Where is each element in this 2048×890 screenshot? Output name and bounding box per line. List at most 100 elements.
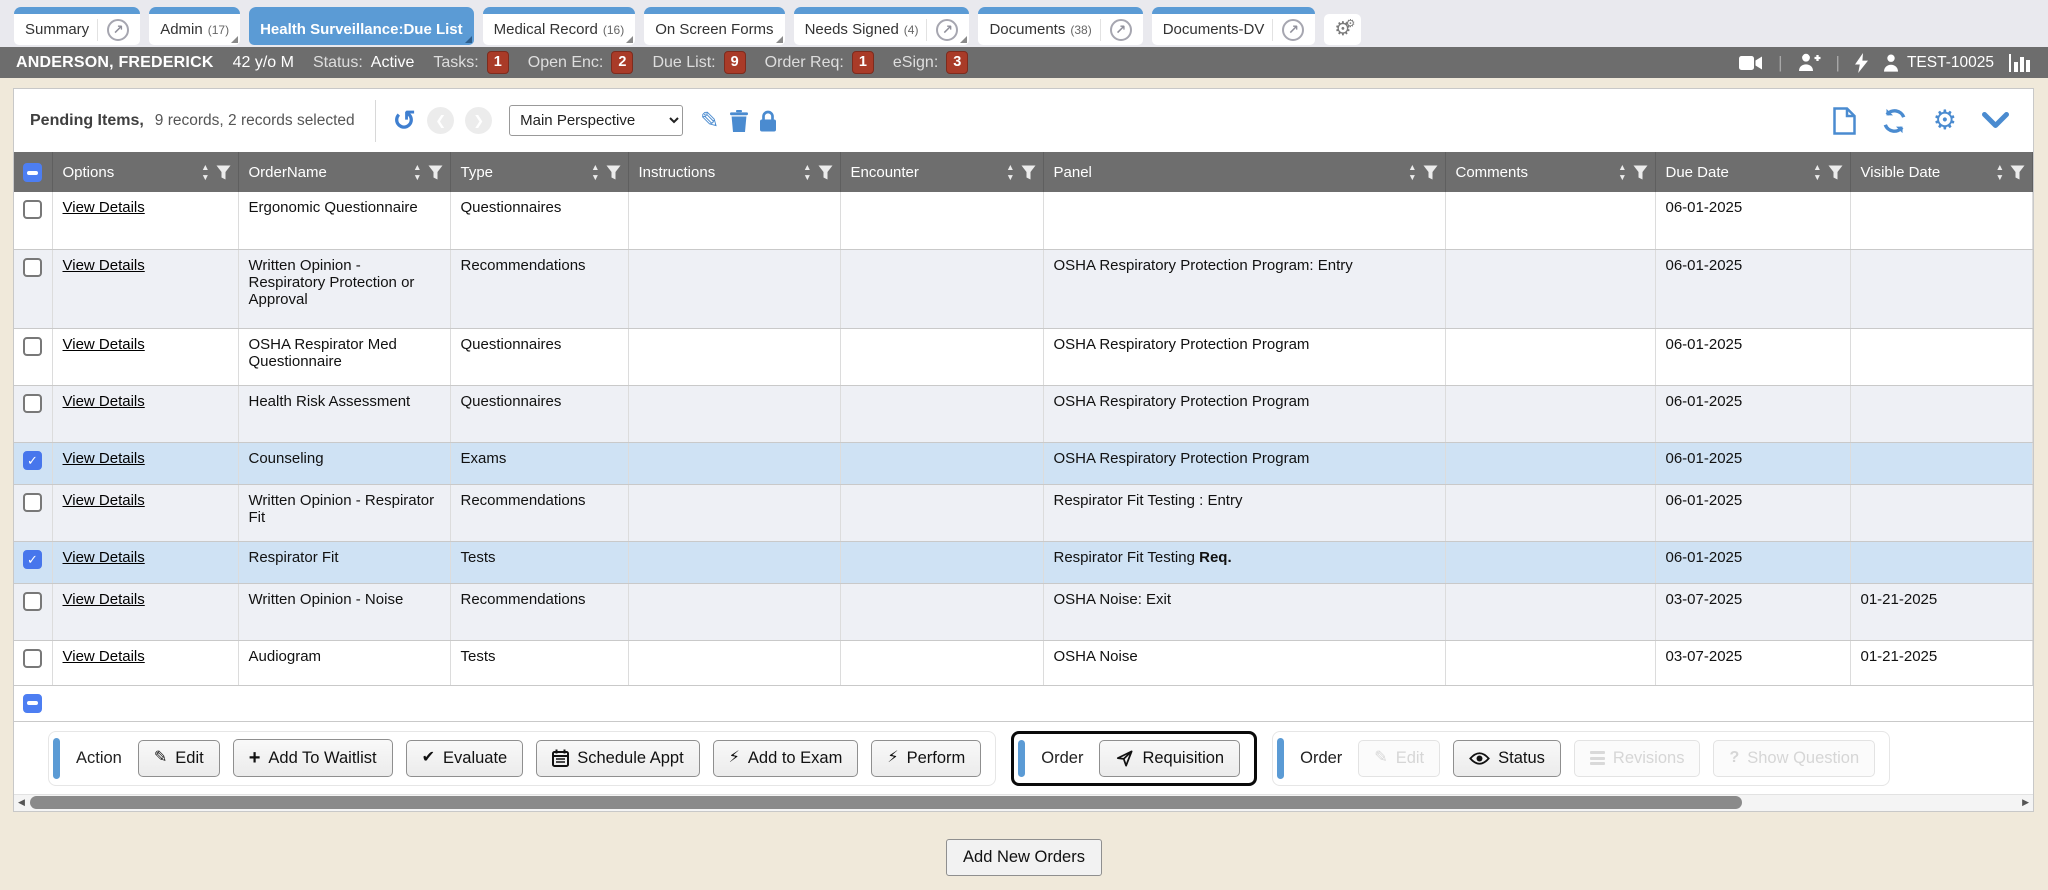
- filter-icon[interactable]: [818, 165, 833, 180]
- view-details-link[interactable]: View Details: [63, 199, 145, 216]
- tab-admin[interactable]: Admin (17): [149, 7, 240, 45]
- column-header-panel[interactable]: Panel▲▼: [1043, 152, 1445, 192]
- esign-badge[interactable]: 3: [946, 51, 968, 74]
- open-external-icon[interactable]: ↗: [936, 19, 958, 41]
- row-checkbox[interactable]: [23, 550, 42, 569]
- sort-icon[interactable]: ▲▼: [591, 163, 599, 181]
- add-person-icon[interactable]: [1798, 53, 1821, 72]
- row-checkbox[interactable]: [23, 493, 42, 512]
- select-all-checkbox[interactable]: [23, 163, 42, 182]
- row-checkbox[interactable]: [23, 200, 42, 219]
- column-header-visible-date[interactable]: Visible Date▲▼: [1850, 152, 2033, 192]
- row-checkbox[interactable]: [23, 451, 42, 470]
- lock-icon[interactable]: [759, 110, 777, 132]
- view-details-link[interactable]: View Details: [63, 648, 145, 665]
- visible-date-cell: [1850, 385, 2033, 442]
- bar-chart-icon[interactable]: [2009, 53, 2032, 72]
- select-all-checkbox-bottom[interactable]: [23, 694, 42, 713]
- open-enc-badge[interactable]: 2: [611, 51, 633, 74]
- view-details-link[interactable]: View Details: [63, 450, 145, 467]
- horizontal-scrollbar[interactable]: ◀ ▶: [14, 794, 2033, 811]
- view-details-link[interactable]: View Details: [63, 591, 145, 608]
- open-external-icon[interactable]: ↗: [107, 19, 129, 41]
- schedule-appt-button[interactable]: Schedule Appt: [536, 740, 699, 777]
- pending-items-panel: Pending Items, 9 records, 2 records sele…: [13, 88, 2034, 812]
- filter-icon[interactable]: [1021, 165, 1036, 180]
- open-external-icon[interactable]: ↗: [1110, 19, 1132, 41]
- view-details-link[interactable]: View Details: [63, 492, 145, 509]
- column-header-options[interactable]: Options▲▼: [52, 152, 238, 192]
- user-menu[interactable]: TEST-10025: [1883, 54, 1994, 72]
- status-button[interactable]: Status: [1453, 740, 1561, 777]
- add-new-orders-button[interactable]: Add New Orders: [946, 839, 1102, 876]
- tab-settings-button[interactable]: ⚙ ⚙: [1324, 14, 1361, 45]
- filter-icon[interactable]: [2010, 165, 2025, 180]
- view-details-link[interactable]: View Details: [63, 549, 145, 566]
- row-checkbox[interactable]: [23, 394, 42, 413]
- tab-documents[interactable]: Documents (38) ↗: [978, 7, 1142, 45]
- perform-button[interactable]: ⚡ Perform: [871, 740, 981, 777]
- tasks-badge[interactable]: 1: [487, 51, 509, 74]
- scrollbar-thumb[interactable]: [30, 796, 1742, 809]
- edit-button[interactable]: ✎ Edit: [138, 740, 220, 777]
- row-checkbox[interactable]: [23, 258, 42, 277]
- perspective-select[interactable]: Main Perspective: [509, 105, 683, 136]
- bolt-icon[interactable]: [1855, 53, 1868, 73]
- open-external-icon[interactable]: ↗: [1282, 19, 1304, 41]
- filter-icon[interactable]: [1423, 165, 1438, 180]
- column-header-ordername[interactable]: OrderName▲▼: [238, 152, 450, 192]
- filter-icon[interactable]: [216, 165, 231, 180]
- gear-icon[interactable]: ⚙: [1933, 107, 1957, 134]
- add-to-exam-button[interactable]: ⚡ Add to Exam: [713, 740, 859, 777]
- bolt-icon: ⚡: [729, 750, 740, 766]
- chevron-down-icon[interactable]: [1982, 112, 2009, 129]
- add-to-waitlist-button[interactable]: + Add To Waitlist: [233, 739, 393, 777]
- refresh-icon[interactable]: [1881, 108, 1908, 134]
- requisition-button[interactable]: Requisition: [1099, 740, 1240, 777]
- column-header-type[interactable]: Type▲▼: [450, 152, 628, 192]
- row-checkbox-cell: [14, 484, 52, 541]
- sort-icon[interactable]: ▲▼: [413, 163, 421, 181]
- view-details-link[interactable]: View Details: [63, 393, 145, 410]
- scroll-right-arrow[interactable]: ▶: [2022, 798, 2029, 807]
- column-header-due-date[interactable]: Due Date▲▼: [1655, 152, 1850, 192]
- new-document-icon[interactable]: [1833, 107, 1856, 135]
- sort-icon[interactable]: ▲▼: [803, 163, 811, 181]
- sort-icon[interactable]: ▲▼: [1408, 163, 1416, 181]
- view-details-link[interactable]: View Details: [63, 257, 145, 274]
- sort-icon[interactable]: ▲▼: [1618, 163, 1626, 181]
- filter-icon[interactable]: [1633, 165, 1648, 180]
- sort-icon[interactable]: ▲▼: [201, 163, 209, 181]
- prev-perspective-button[interactable]: ❮: [427, 107, 454, 134]
- due-list-badge[interactable]: 9: [724, 51, 746, 74]
- filter-icon[interactable]: [1828, 165, 1843, 180]
- sort-icon[interactable]: ▲▼: [1813, 163, 1821, 181]
- column-header-instructions[interactable]: Instructions▲▼: [628, 152, 840, 192]
- order-req-badge[interactable]: 1: [852, 51, 874, 74]
- video-camera-icon[interactable]: [1739, 55, 1763, 71]
- sort-icon[interactable]: ▲▼: [1996, 163, 2004, 181]
- edit-perspective-icon[interactable]: ✎: [700, 109, 719, 132]
- tab-medical-record[interactable]: Medical Record (16): [483, 7, 636, 45]
- row-checkbox[interactable]: [23, 592, 42, 611]
- row-checkbox[interactable]: [23, 649, 42, 668]
- row-checkbox[interactable]: [23, 337, 42, 356]
- tab-documents-dv[interactable]: Documents-DV ↗: [1152, 7, 1316, 45]
- filter-icon[interactable]: [606, 165, 621, 180]
- column-header-encounter[interactable]: Encounter▲▼: [840, 152, 1043, 192]
- delete-perspective-icon[interactable]: [730, 110, 748, 132]
- tab-needs-signed[interactable]: Needs Signed (4) ↗: [794, 7, 970, 45]
- tab-on-screen-forms[interactable]: On Screen Forms: [644, 7, 784, 45]
- view-details-link[interactable]: View Details: [63, 336, 145, 353]
- sort-icon[interactable]: ▲▼: [1006, 163, 1014, 181]
- tab-health-surveillance-due-list[interactable]: Health Surveillance:Due List: [249, 7, 474, 45]
- undo-icon[interactable]: ↺: [393, 107, 416, 135]
- evaluate-button[interactable]: ✔ Evaluate: [406, 740, 524, 777]
- scroll-left-arrow[interactable]: ◀: [18, 798, 25, 807]
- column-header-comments[interactable]: Comments▲▼: [1445, 152, 1655, 192]
- instructions-cell: [628, 249, 840, 328]
- scrollbar-track[interactable]: [28, 796, 2019, 809]
- next-perspective-button[interactable]: ❯: [465, 107, 492, 134]
- tab-summary[interactable]: Summary ↗: [14, 7, 140, 45]
- filter-icon[interactable]: [428, 165, 443, 180]
